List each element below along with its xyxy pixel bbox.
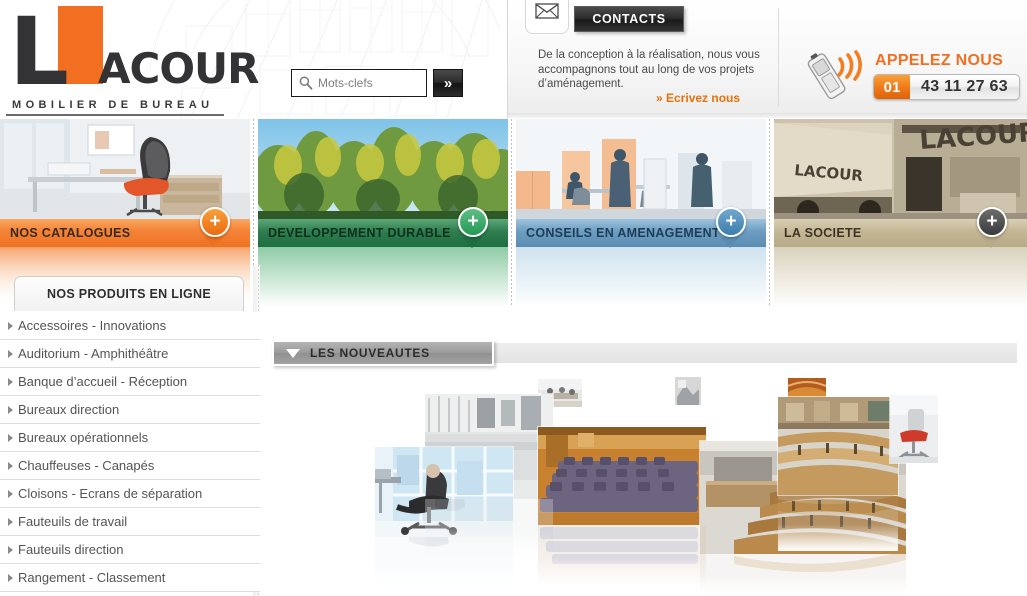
caret-right-icon [8,517,13,526]
sidebar-item-rangement[interactable]: Rangement - Classement [0,564,260,592]
banner-plus-button[interactable]: + [200,207,230,237]
banner-plus-button[interactable]: + [458,207,488,237]
site-header: L ACOUR MOBILIER DE BUREAU » [0,0,1027,118]
banner-body [774,247,1027,307]
logo-wordmark: ACOUR [98,44,259,93]
search-icon [298,75,314,91]
sidebar-item-label: Chauffeuses - Canapés [18,458,155,473]
sidebar-item-label: Rangement - Classement [18,570,166,585]
collage-photo-curved-desks-hall[interactable] [778,397,898,495]
sidebar-item-accessoires[interactable]: Accessoires - Innovations [0,312,260,340]
banner-label: CONSEILS EN AMENAGEMENT [526,226,720,240]
collage-photo-red-chair-right[interactable] [890,395,938,463]
sidebar-item-label: Accessoires - Innovations [18,318,167,333]
collage-photo-auditorium-purple-seats[interactable] [538,427,706,525]
search-submit-button[interactable]: » [433,69,463,97]
banner-plus-button[interactable]: + [977,207,1007,237]
call-us-label: APPELEZ NOUS [875,52,1004,69]
banner-notch [720,237,740,248]
sidebar-item-banque-accueil[interactable]: Banque d’accueil - Réception [0,368,260,396]
sidebar-item-label: Bureaux direction [18,402,120,417]
page-root: L ACOUR MOBILIER DE BUREAU » [0,0,1027,596]
banner-separator [511,119,512,307]
caret-right-icon [8,349,13,358]
header-right-bottom-edge [508,113,1027,118]
search-box[interactable] [291,69,427,97]
caret-right-icon [8,405,13,414]
banner-notch [462,237,482,248]
header-right: CONTACTS De la conception à la réalisati… [508,0,1027,118]
header-left: L ACOUR MOBILIER DE BUREAU » [0,0,507,118]
sidebar-item-auditorium[interactable]: Auditorium - Amphithéâtre [0,340,260,368]
banner-notch [981,237,1001,248]
banner-la-societe[interactable]: LACOUR LACOUR LA SOCIETE + [774,119,1027,307]
search-area: » [291,69,463,97]
mobile-phone-icon [805,48,869,104]
sidebar-item-fauteuils-travail[interactable]: Fauteuils de travail [0,508,260,536]
banner-label: LA SOCIETE [784,226,862,240]
banner-separator [769,119,770,307]
phone-number-badge[interactable]: 01 43 11 27 63 [873,74,1020,100]
nouveautes-label: LES NOUVEAUTES [310,346,430,360]
nouveautes-tab[interactable]: LES NOUVEAUTES [272,340,494,366]
header-inner-divider [778,8,779,106]
banner-notch [204,237,224,248]
phone-number: 43 11 27 63 [921,78,1008,95]
logo-letter-l: L [9,0,69,107]
caret-right-icon [8,573,13,582]
sidebar-item-bureaux-direction[interactable]: Bureaux direction [0,396,260,424]
banner-body [258,247,508,307]
banner-label: NOS CATALOGUES [10,226,131,240]
sidebar: NOS PRODUITS EN LIGNE Accessoires - Inno… [0,265,260,596]
banner-body [516,247,766,307]
write-to-us-link[interactable]: » Ecrivez nous [656,91,740,105]
banner-image-office-desk [0,119,250,219]
logo-underline [6,114,224,116]
banner-developpement-durable[interactable]: DEVELOPPEMENT DURABLE + [258,119,508,307]
sidebar-item-bureaux-operationnels[interactable]: Bureaux opérationnels [0,424,260,452]
sidebar-tab-label: NOS PRODUITS EN LIGNE [47,287,211,301]
contacts-description: De la conception à la réalisation, nous … [538,49,760,90]
caret-right-icon [8,545,13,554]
contacts-button[interactable]: CONTACTS [574,6,684,32]
main-content: LES NOUVEAUTES [260,309,1027,596]
sidebar-item-label: Bureaux opérationnels [18,430,149,445]
banner-conseils-amenagement[interactable]: CONSEILS EN AMENAGEMENT + [516,119,766,307]
search-input[interactable] [318,72,422,94]
sidebar-item-label: Cloisons - Ecrans de séparation [18,486,203,501]
logo-tagline: MOBILIER DE BUREAU [12,99,214,111]
banner-image-trees [258,119,508,219]
banner-plus-button[interactable]: + [716,207,746,237]
banner-label: DEVELOPPEMENT DURABLE [268,226,451,240]
collage-reflection-center [538,525,706,587]
sidebar-item-label: Fauteuils de travail [18,514,128,529]
banner-image-truck-sepia: LACOUR LACOUR [774,119,1027,219]
caret-right-icon [8,489,13,498]
sidebar-item-fauteuils-direction[interactable]: Fauteuils direction [0,536,260,564]
collage-reflection-chair [375,537,513,589]
nouveautes-row: LES NOUVEAUTES [272,340,1020,366]
news-image-collage[interactable] [370,377,1010,594]
sidebar-item-label: Banque d’accueil - Réception [18,374,188,389]
site-logo[interactable]: L ACOUR MOBILIER DE BUREAU [6,0,259,118]
sidebar-menu: Accessoires - Innovations Auditorium - A… [0,312,260,592]
sidebar-item-chauffeuses[interactable]: Chauffeuses - Canapés [0,452,260,480]
envelope-icon [535,3,559,24]
collage-reflection-desks [778,495,898,551]
sidebar-item-cloisons[interactable]: Cloisons - Ecrans de séparation [0,480,260,508]
triangle-down-icon [286,348,300,358]
mail-button[interactable] [525,0,569,34]
collage-reflection-right [700,554,906,594]
sidebar-tab-products[interactable]: NOS PRODUITS EN LIGNE [14,276,244,311]
banner-image-open-space [516,119,766,219]
phone-prefix: 01 [874,75,910,99]
phone-block: APPELEZ NOUS 01 43 11 27 63 [803,42,1027,106]
caret-right-icon [8,321,13,330]
caret-right-icon [8,461,13,470]
sidebar-item-label: Auditorium - Amphithéâtre [18,346,169,361]
caret-right-icon [8,433,13,442]
sidebar-item-label: Fauteuils direction [18,542,124,557]
caret-right-icon [8,377,13,386]
collage-photo-thumbnail-top[interactable] [675,377,701,405]
